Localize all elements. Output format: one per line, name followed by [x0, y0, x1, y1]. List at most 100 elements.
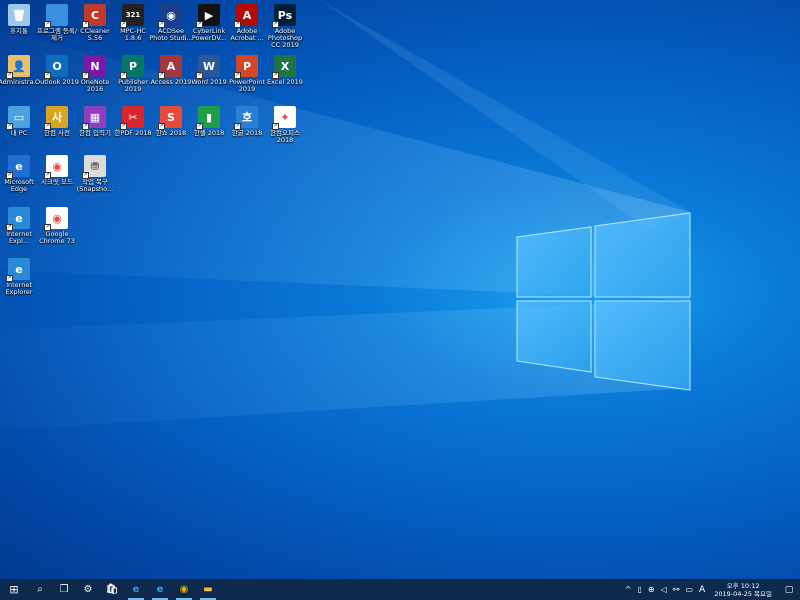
- shortcut-arrow-icon: ↗: [44, 21, 51, 28]
- this-pc-icon: ▭ ↗: [6, 106, 30, 130]
- desktop-icon[interactable]: 321 ↗ MPC-HC 1.8.6: [114, 4, 152, 52]
- network-icon[interactable]: ⊕: [645, 585, 658, 594]
- shortcut-arrow-icon: ↗: [272, 123, 279, 130]
- outlook-icon: O ↗: [44, 55, 68, 79]
- desktop: 🗑 휴지통 ↗ 프로그램 등록/제거 C ↗ CCleaner 5.56 321 ↗ MPC-HC…: [0, 0, 800, 579]
- hancom-office-icon: ✦ ↗: [272, 106, 296, 130]
- desktop-icon[interactable]: S ↗ 한쇼 2018: [152, 106, 190, 154]
- desktop-icon[interactable]: ✂ ↗ 한PDF 2018: [114, 106, 152, 154]
- shortcut-arrow-icon: ↗: [120, 123, 127, 130]
- desktop-icon[interactable]: ◉ ↗ ACDSee Photo Studi...: [149, 4, 193, 52]
- shortcut-arrow-icon: ↗: [6, 275, 13, 282]
- shortcut-arrow-icon: ↗: [120, 72, 127, 79]
- shortcut-arrow-icon: ↗: [44, 172, 51, 179]
- settings-icon[interactable]: ⚙: [76, 579, 100, 600]
- desktop-icon[interactable]: O ↗ Outlook 2019: [35, 55, 79, 103]
- desktop-icon[interactable]: ▮ ↗ 한셀 2018: [190, 106, 228, 154]
- desktop-icon-label: Excel 2019: [267, 78, 303, 86]
- shortcut-arrow-icon: ↗: [44, 123, 51, 130]
- hancom-dictionary-icon: 사 ↗: [44, 106, 68, 130]
- battery-icon[interactable]: ▯: [635, 585, 645, 594]
- desktop-icon[interactable]: 🗑 휴지통: [0, 4, 38, 52]
- usb-icon[interactable]: ⚯: [670, 585, 683, 594]
- desktop-icon[interactable]: e ↗ Internet Explorer: [0, 258, 38, 306]
- desktop-icon[interactable]: 사 ↗ 한컴 사전: [38, 106, 76, 154]
- shortcut-arrow-icon: ↗: [6, 172, 13, 179]
- desktop-icon[interactable]: 👤 ↗ Administra...: [0, 55, 40, 103]
- shortcut-arrow-icon: ↗: [158, 72, 165, 79]
- desktop-icon[interactable]: ▶ ↗ CyberLink PowerDV...: [190, 4, 228, 52]
- desktop-icon[interactable]: e ↗ Internet Expl...: [0, 207, 38, 255]
- task-view-icon[interactable]: ❐: [52, 579, 76, 600]
- powerdvd-icon: ▶ ↗: [196, 4, 220, 28]
- desktop-icon[interactable]: 호 ↗ 한글 2018: [228, 106, 266, 154]
- ime-indicator[interactable]: A: [696, 585, 708, 595]
- desktop-icon[interactable]: e ↗ Microsoft Edge: [0, 155, 38, 203]
- snapshot-icon: ⛃ ↗: [82, 155, 106, 179]
- desktop-icon[interactable]: ✦ ↗ 한컴오피스 2018: [266, 106, 304, 154]
- shortcut-arrow-icon: ↗: [196, 123, 203, 130]
- acdsee-icon: ◉ ↗: [158, 4, 182, 28]
- desktop-icon-label: 한컴오피스 2018: [270, 129, 300, 144]
- clock-date: 2019-04-25 목요일: [714, 589, 772, 598]
- desktop-icon[interactable]: ↗ 프로그램 등록/제거: [37, 4, 77, 52]
- desktop-icon[interactable]: C ↗ CCleaner 5.56: [76, 4, 114, 52]
- powerpoint-icon: P ↗: [234, 55, 258, 79]
- desktop-icon[interactable]: A ↗ Access 2019: [151, 55, 191, 103]
- volume-icon[interactable]: ◁: [658, 585, 670, 594]
- access-icon: A ↗: [158, 55, 182, 79]
- shortcut-arrow-icon: ↗: [272, 21, 279, 28]
- desktop-icon[interactable]: N ↗ OneNote 2016: [76, 55, 114, 103]
- windows-logo: [516, 212, 691, 391]
- shortcut-arrow-icon: ↗: [158, 21, 165, 28]
- clock-time: 오후 10:12: [726, 581, 760, 590]
- desktop-icon[interactable]: W ↗ Word 2019: [190, 55, 228, 103]
- desktop-icon[interactable]: ⛃ ↗ 작업 복구 (Snapsho...: [76, 155, 114, 203]
- desktop-icon[interactable]: ▭ ↗ 내 PC: [0, 106, 38, 154]
- shortcut-arrow-icon: ↗: [82, 123, 89, 130]
- desktop-icon[interactable]: X ↗ Excel 2019: [266, 55, 304, 103]
- search-icon[interactable]: ⌕: [28, 579, 52, 600]
- clock[interactable]: 오후 10:12 2019-04-25 목요일: [708, 582, 778, 598]
- shortcut-arrow-icon: ↗: [6, 72, 13, 79]
- folder-icon: ↗: [44, 4, 68, 28]
- recycle-bin-icon: 🗑: [8, 4, 30, 26]
- desktop-icon[interactable]: ◉ ↗ Google Chrome 73: [38, 207, 76, 255]
- shortcut-arrow-icon: ↗: [234, 123, 241, 130]
- desktop-icon[interactable]: A ↗ Adobe Acrobat ...: [228, 4, 266, 52]
- ie-icon[interactable]: e: [148, 579, 172, 600]
- edge-icon[interactable]: e: [124, 579, 148, 600]
- taskbar-pinned-apps: ⚙ 🛍 e e ◉ ▬: [76, 579, 220, 600]
- store-icon[interactable]: 🛍: [100, 579, 124, 600]
- chrome-incognito-icon: ◉ ↗: [44, 155, 68, 179]
- desktop-icon-label: 작업 복구 (Snapsho...: [76, 178, 114, 193]
- chrome-icon[interactable]: ◉: [172, 579, 196, 600]
- desktop-icon[interactable]: Ps ↗ Adobe Photoshop CC 2019: [266, 4, 304, 52]
- shortcut-arrow-icon: ↗: [196, 72, 203, 79]
- word-icon: W ↗: [196, 55, 220, 79]
- shortcut-arrow-icon: ↗: [158, 123, 165, 130]
- shortcut-arrow-icon: ↗: [120, 21, 127, 28]
- desktop-icon[interactable]: P ↗ PowerPoint 2019: [228, 55, 266, 103]
- ie-icon: e ↗: [6, 258, 30, 282]
- shortcut-arrow-icon: ↗: [234, 21, 241, 28]
- excel-icon: X ↗: [272, 55, 296, 79]
- desktop-icon[interactable]: ◉ ↗ 시크릿 모드: [38, 155, 76, 203]
- mpc-hc-icon: 321 ↗: [120, 4, 144, 28]
- ccleaner-icon: C ↗: [82, 4, 106, 28]
- show-hidden-icons-chevron-icon[interactable]: ^: [622, 585, 635, 594]
- file-explorer-icon[interactable]: ▬: [196, 579, 220, 600]
- edge-icon: e ↗: [6, 155, 30, 179]
- desktop-icon-label: Adobe Photoshop CC 2019: [267, 27, 303, 49]
- shortcut-arrow-icon: ↗: [82, 72, 89, 79]
- taskbar: ⊞ ⌕ ❐ ⚙ 🛍 e e ◉ ▬ ^ ▯ ⊕ ◁ ⚯ ▭ A 오후 10:12 2019…: [0, 579, 800, 600]
- system-tray: ^ ▯ ⊕ ◁ ⚯ ▭ A 오후 10:12 2019-04-25 목요일 ▢: [622, 579, 800, 600]
- action-center-icon[interactable]: ▢: [778, 579, 800, 600]
- touch-keyboard-icon[interactable]: ▭: [682, 585, 696, 594]
- hangul-icon: 호 ↗: [234, 106, 258, 130]
- onenote-icon: N ↗: [82, 55, 106, 79]
- shortcut-arrow-icon: ↗: [196, 21, 203, 28]
- desktop-icon[interactable]: P ↗ Publisher 2019: [114, 55, 152, 103]
- desktop-icon[interactable]: ▦ ↗ 한컴 입력기: [76, 106, 114, 154]
- start-button[interactable]: ⊞: [0, 579, 28, 600]
